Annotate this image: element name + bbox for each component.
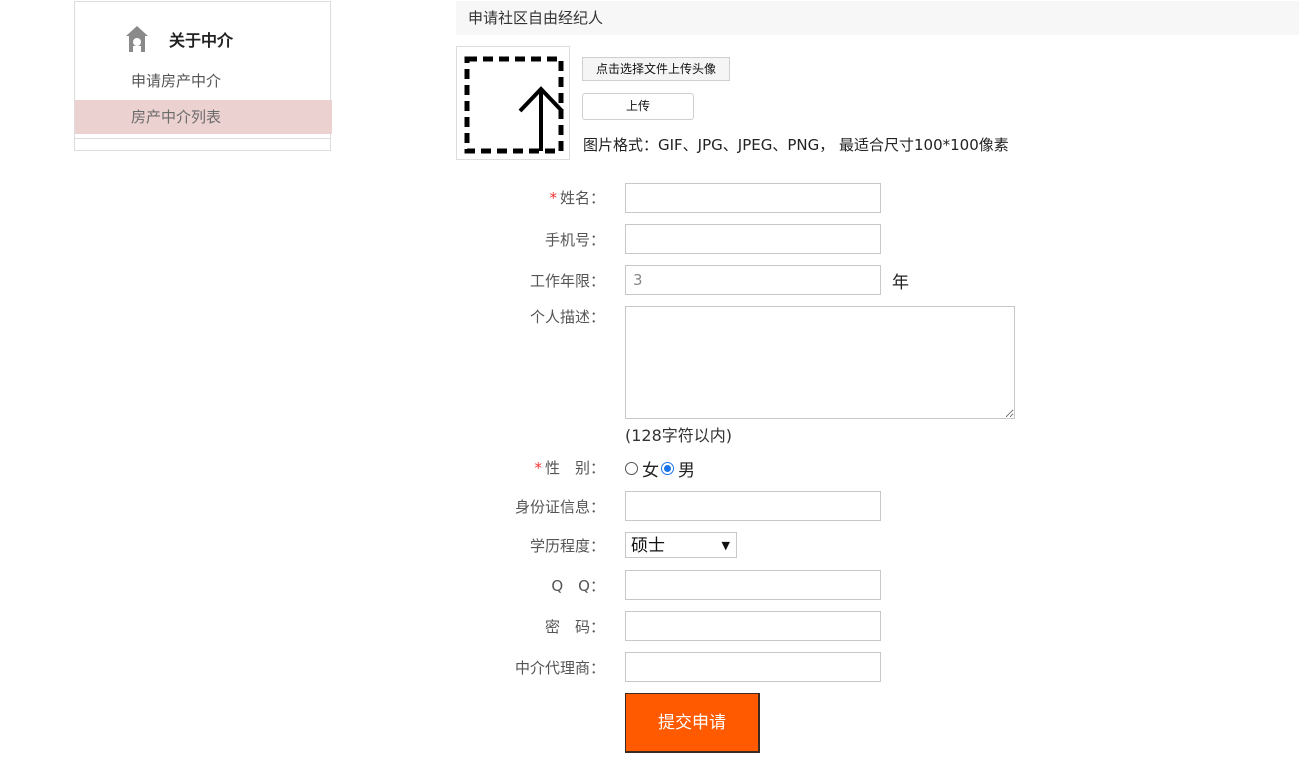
password-input[interactable] <box>625 611 881 641</box>
education-selected-value: 硕士 <box>631 536 665 556</box>
choose-file-button[interactable]: 点击选择文件上传头像 <box>582 57 730 81</box>
name-input[interactable] <box>625 183 881 213</box>
sidebar-item-apply-agent[interactable]: 申请房产中介 <box>75 64 332 98</box>
phone-label: 手机号： <box>544 231 605 249</box>
sidebar-divider <box>75 138 330 139</box>
description-limit-note: (128字符以内) <box>625 426 733 445</box>
sidebar-item-label: 房产中介列表 <box>131 108 222 126</box>
agency-input[interactable] <box>625 652 881 682</box>
gender-male-radio[interactable] <box>661 462 674 475</box>
gender-female-radio[interactable] <box>625 462 638 475</box>
years-unit: 年 <box>892 273 909 293</box>
submit-button[interactable]: 提交申请 <box>625 693 760 753</box>
avatar-preview <box>456 46 570 160</box>
education-label: 学历程度： <box>529 537 605 555</box>
description-label: 个人描述： <box>529 308 605 326</box>
sidebar-title: 关于中介 <box>169 31 234 50</box>
sidebar-item-agent-list[interactable]: 房产中介列表 <box>75 100 332 134</box>
home-icon <box>125 25 149 53</box>
qq-input[interactable] <box>625 570 881 600</box>
sidebar-item-label: 申请房产中介 <box>131 72 222 90</box>
education-select[interactable]: 硕士 ▼ <box>625 532 737 558</box>
gender-label: * 性 别： <box>534 459 605 477</box>
name-label: * 姓名： <box>549 189 605 207</box>
image-format-note: 图片格式：GIF、JPG、JPEG、PNG， 最适合尺寸100*100像素 <box>583 136 1009 154</box>
sidebar-header: 关于中介 <box>125 24 233 54</box>
sidebar: 关于中介 申请房产中介 房产中介列表 <box>74 1 332 151</box>
gender-male-label: 男 <box>678 461 695 481</box>
id-info-input[interactable] <box>625 491 881 521</box>
agency-label: 中介代理商： <box>514 659 605 677</box>
required-mark: * <box>549 189 557 207</box>
work-years-label: 工作年限： <box>529 272 605 290</box>
phone-input[interactable] <box>625 224 881 254</box>
password-label: 密 码： <box>544 618 605 636</box>
id-info-label: 身份证信息： <box>514 498 605 516</box>
gender-radio-group: 女 男 <box>625 456 697 481</box>
qq-label: Q Q： <box>551 577 605 595</box>
gender-female-label: 女 <box>642 461 659 481</box>
required-mark: * <box>534 459 542 477</box>
chevron-down-icon: ▼ <box>721 539 730 552</box>
description-textarea[interactable] <box>625 306 1015 419</box>
upload-arrow-icon <box>464 56 564 154</box>
work-years-input[interactable] <box>625 265 881 295</box>
upload-button[interactable]: 上传 <box>582 93 694 120</box>
page-title: 申请社区自由经纪人 <box>456 1 1299 35</box>
